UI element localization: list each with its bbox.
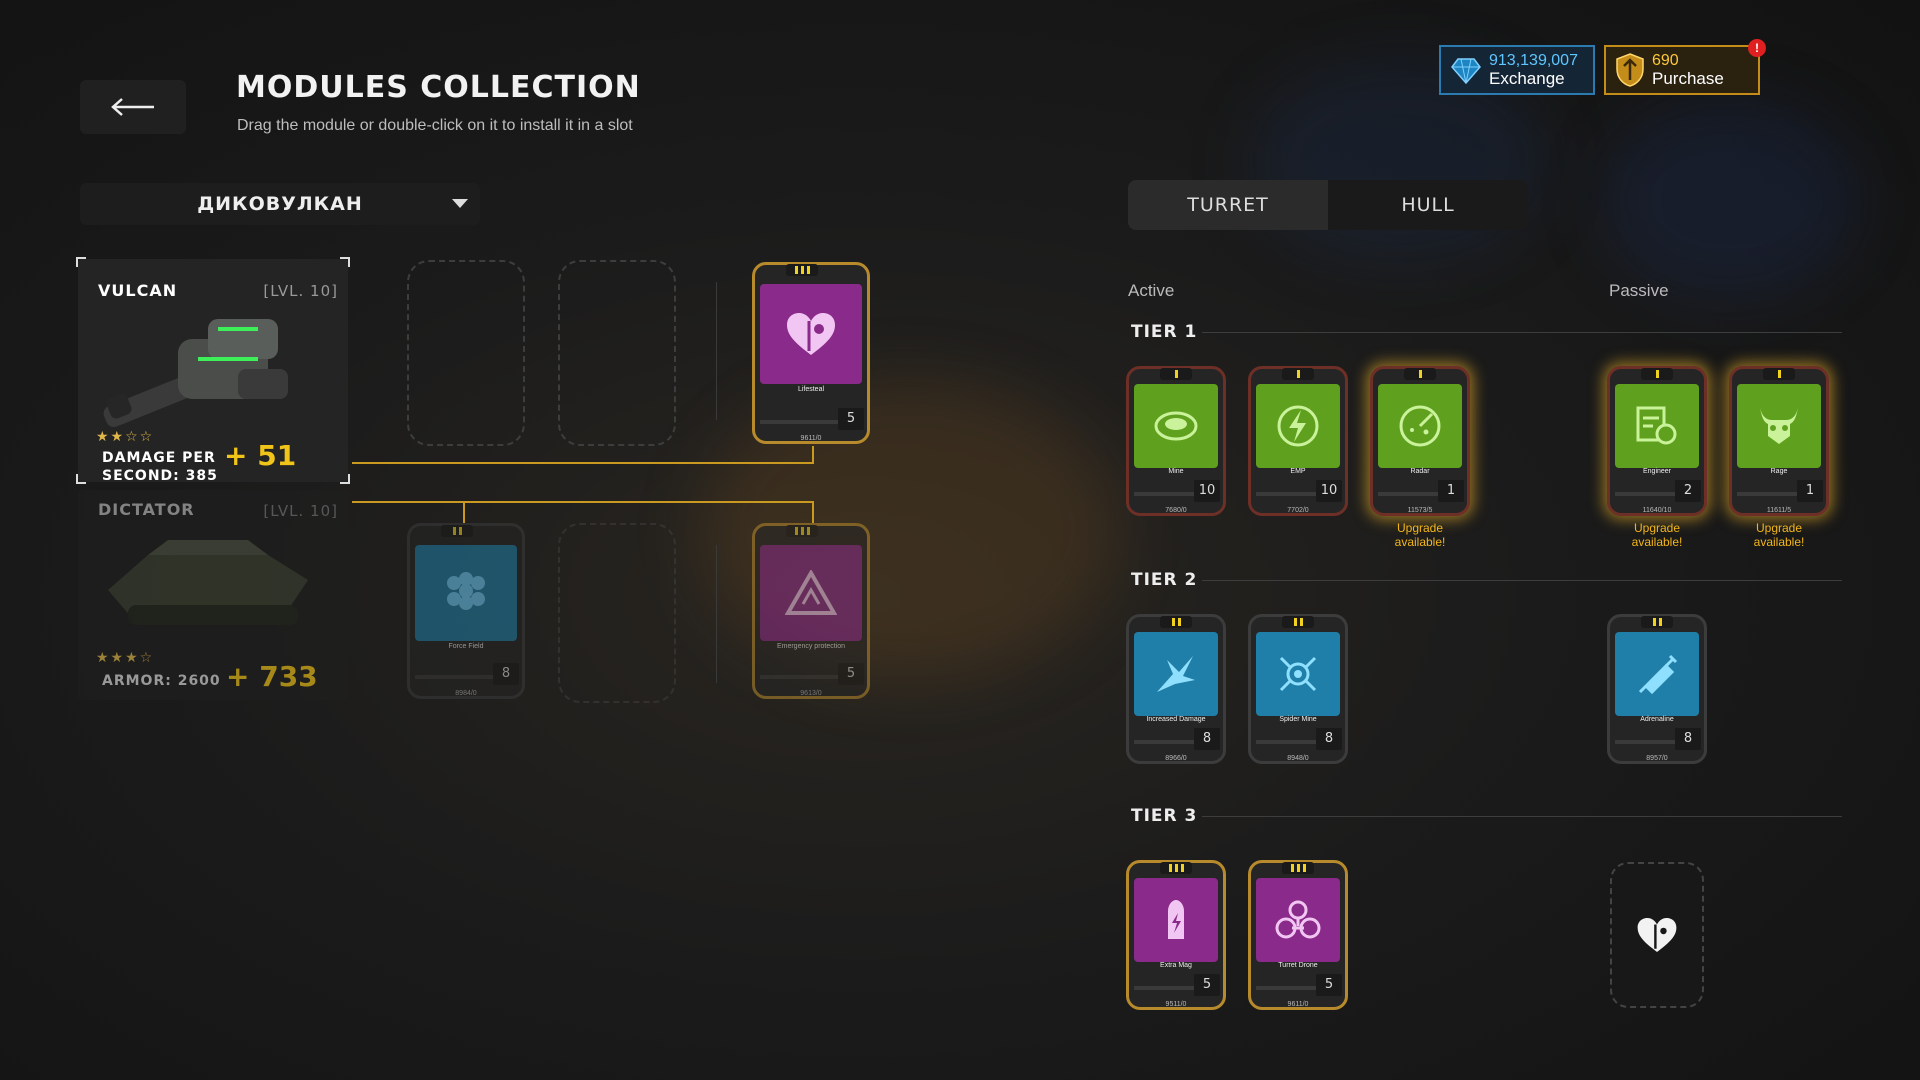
loadout-dropdown[interactable]: ДИКОВУЛКАН [80,183,480,225]
upgrade-available-label: Upgrade available! [1394,521,1446,549]
weapon-card-vulcan[interactable]: VULCAN [LVL. 10] ★★☆☆ DAMAGE PER SECOND:… [76,257,350,484]
turret-drone-icon [1275,900,1321,939]
tier-3-passive-installed-slot[interactable] [1610,862,1704,1008]
chevron-down-icon [452,199,468,208]
installed-module-emergency-protection[interactable]: Emergency protection 5 9613/0 [752,523,870,699]
slot-divider [716,545,717,683]
tier-2-label: TIER 2 [1131,570,1198,590]
lifesteal-heart-icon [1637,918,1677,952]
tier-1-label: TIER 1 [1131,322,1198,342]
hull-stars: ★★★☆ [96,650,155,666]
module-rage[interactable]: Rage 1 11611/5 [1729,366,1829,516]
tab-turret[interactable]: TURRET [1128,180,1328,230]
emp-icon [1277,405,1319,447]
module-engineer[interactable]: Engineer 2 11640/10 [1607,366,1707,516]
adrenaline-icon [1638,654,1678,695]
connector-turret [352,462,814,464]
exchange-button[interactable]: 913,139,007 Exchange [1439,45,1595,95]
hull-active-slot-2[interactable] [558,523,676,703]
gold-amount: 690 [1652,52,1679,69]
module-spider-mine[interactable]: Spider Mine 8 8948/0 [1248,614,1348,764]
weapon-stars: ★★☆☆ [96,429,155,445]
connector-turret-riser [812,446,814,464]
connector-hull-riser-1 [463,501,465,523]
hull-name: DICTATOR [98,500,195,519]
hull-stat: ARMOR: 2600 [102,673,221,689]
increased-damage-icon [1157,656,1195,692]
notification-badge: ! [1748,39,1766,57]
hull-card-dictator[interactable]: DICTATOR [LVL. 10] ★★★☆ ARMOR: 2600 + 73… [78,490,348,700]
module-mine[interactable]: Mine 10 7680/0 [1126,366,1226,516]
radar-icon [1399,405,1441,447]
vulcan-turret-image [103,319,288,428]
turret-active-slot-2[interactable] [558,260,676,446]
installed-module-force-field[interactable]: Force Field 8 8984/0 [407,523,525,699]
arrow-left-icon [111,98,154,116]
rage-icon [1760,408,1798,444]
weapon-name: VULCAN [98,281,178,300]
spider-mine-icon [1279,656,1317,692]
lifesteal-heart-icon [787,313,835,355]
module-radar[interactable]: Radar 1 11573/5 [1370,366,1470,516]
tier-3-divider [1202,816,1842,817]
tier-3-label: TIER 3 [1131,806,1198,826]
force-field-icon [447,572,485,610]
purchase-label: Purchase [1652,69,1724,88]
upgrade-available-label: Upgrade available! [1631,521,1683,549]
tier-2-divider [1202,580,1842,581]
module-type-tabs: TURRET HULL [1128,180,1528,230]
gems-amount: 913,139,007 [1489,52,1578,69]
emergency-protection-icon [785,570,837,615]
back-button[interactable] [80,80,186,134]
dictator-hull-image [108,540,308,625]
turret-active-slot-1[interactable] [407,260,525,446]
module-increased-damage[interactable]: Increased Damage 8 8966/0 [1126,614,1226,764]
slot-divider [716,282,717,420]
module-turret-drone[interactable]: Turret Drone 5 9611/0 [1248,860,1348,1010]
connector-hull-riser-2 [812,501,814,523]
page-subtitle: Drag the module or double-click on it to… [237,117,633,134]
page-title: MODULES COLLECTION [236,70,641,105]
tier-1-divider [1202,332,1842,333]
tab-hull[interactable]: HULL [1328,180,1528,230]
module-extra-mag[interactable]: Extra Mag 5 9511/0 [1126,860,1226,1010]
extra-mag-icon [1168,900,1184,939]
hull-stat-bonus: + 733 [226,660,318,693]
installed-module-lifesteal[interactable]: Lifesteal 5 9611/0 [752,262,870,444]
gold-shield-icon [1616,53,1644,87]
connector-hull [352,501,814,503]
module-adrenaline[interactable]: Adrenaline 8 8957/0 [1607,614,1707,764]
upgrade-available-label: Upgrade available! [1753,521,1805,549]
weapon-stat-bonus: + 51 [224,439,297,472]
weapon-stat: DAMAGE PER SECOND: 385 [102,450,218,484]
module-emp[interactable]: EMP 10 7702/0 [1248,366,1348,516]
mine-icon [1154,411,1198,441]
exchange-label: Exchange [1489,69,1565,88]
diamond-icon [1451,58,1481,85]
weapon-level: [LVL. 10] [263,282,338,300]
engineer-icon [1636,406,1677,445]
loadout-name: ДИКОВУЛКАН [197,193,363,215]
hull-level: [LVL. 10] [263,502,338,520]
purchase-button[interactable]: 690 Purchase ! [1604,39,1766,95]
active-section-label: Active [1128,281,1175,300]
passive-section-label: Passive [1609,281,1669,300]
